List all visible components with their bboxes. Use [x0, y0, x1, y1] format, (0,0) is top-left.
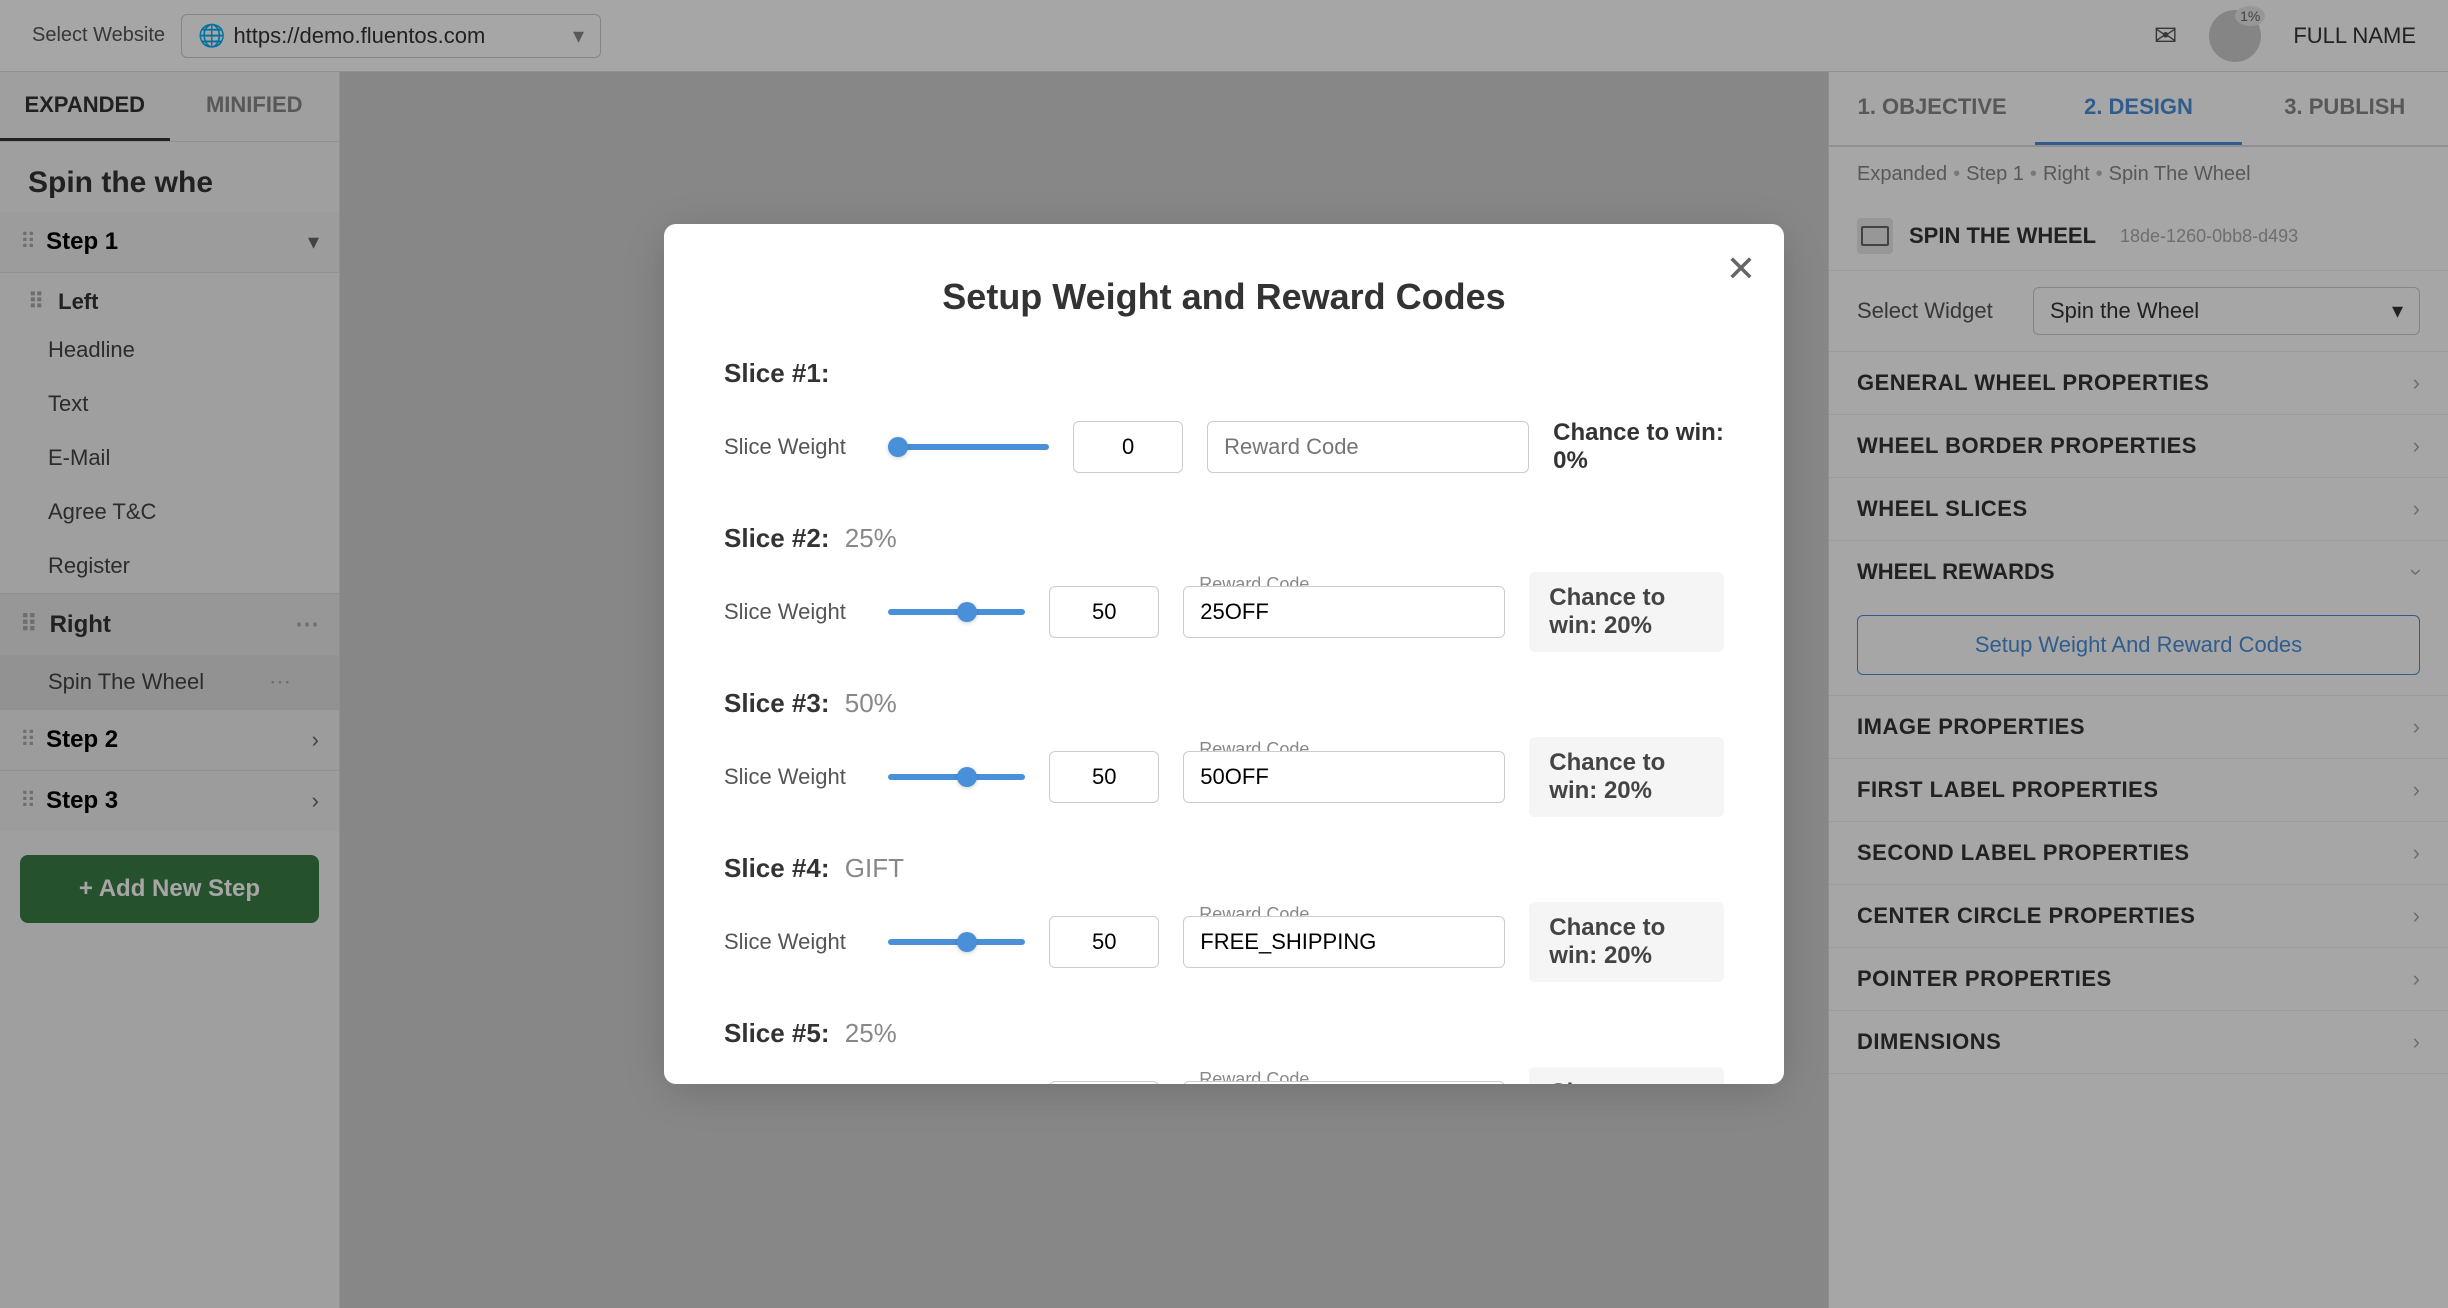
slice-2-slider[interactable] — [888, 609, 1025, 615]
slice-1-reward-input[interactable] — [1207, 421, 1529, 473]
slice-2-reward-wrapper: Reward Code — [1183, 586, 1505, 638]
slice-4-controls: Slice Weight Reward Code Chance to win: … — [724, 902, 1724, 982]
slice-5-header: Slice #5: 25% — [724, 1018, 1724, 1049]
slice-5-controls: Slice Weight Reward Code Chance to win: … — [724, 1067, 1724, 1084]
slider-thumb[interactable] — [888, 437, 908, 457]
modal: ✕ Setup Weight and Reward Codes Slice #1… — [664, 224, 1784, 1084]
slice-1-weight-input[interactable] — [1073, 421, 1183, 473]
slice-5-reward-wrapper: Reward Code — [1183, 1081, 1505, 1084]
modal-title: Setup Weight and Reward Codes — [724, 276, 1724, 318]
slice-5-chance: Chance to win: 20% — [1529, 1067, 1724, 1084]
slice-1-header: Slice #1: — [724, 358, 1724, 389]
slice-5-reward-input[interactable] — [1183, 1081, 1505, 1084]
slider-thumb[interactable] — [957, 932, 977, 952]
slice-4-slider[interactable] — [888, 939, 1025, 945]
slice-1-slider[interactable] — [888, 444, 1049, 450]
slice-4-reward-input[interactable] — [1183, 916, 1505, 968]
slice-2-chance: Chance to win: 20% — [1529, 572, 1724, 652]
slice-4-header: Slice #4: GIFT — [724, 853, 1724, 884]
slider-thumb[interactable] — [957, 767, 977, 787]
slice-row-3: Slice #3: 50% Slice Weight Reward Code C… — [724, 688, 1724, 817]
slice-3-reward-wrapper: Reward Code — [1183, 751, 1505, 803]
slice-row-4: Slice #4: GIFT Slice Weight Reward Code … — [724, 853, 1724, 982]
slice-3-chance: Chance to win: 20% — [1529, 737, 1724, 817]
slice-4-weight-input[interactable] — [1049, 916, 1159, 968]
slice-3-reward-input[interactable] — [1183, 751, 1505, 803]
slice-row-5: Slice #5: 25% Slice Weight Reward Code C… — [724, 1018, 1724, 1084]
slider-thumb[interactable] — [957, 602, 977, 622]
slice-1-chance: Chance to win: 0% — [1553, 407, 1724, 487]
slice-3-slider[interactable] — [888, 774, 1025, 780]
modal-close-button[interactable]: ✕ — [1726, 248, 1756, 290]
slice-row-2: Slice #2: 25% Slice Weight Reward Code C… — [724, 523, 1724, 652]
slice-3-controls: Slice Weight Reward Code Chance to win: … — [724, 737, 1724, 817]
slice-row-1: Slice #1: Slice Weight Chance to win: 0% — [724, 358, 1724, 487]
slice-4-chance: Chance to win: 20% — [1529, 902, 1724, 982]
slice-2-weight-input[interactable] — [1049, 586, 1159, 638]
slice-1-reward-wrapper — [1207, 421, 1529, 473]
slice-3-header: Slice #3: 50% — [724, 688, 1724, 719]
slice-1-controls: Slice Weight Chance to win: 0% — [724, 407, 1724, 487]
slice-3-weight-input[interactable] — [1049, 751, 1159, 803]
modal-overlay[interactable]: ✕ Setup Weight and Reward Codes Slice #1… — [0, 0, 2448, 1308]
slice-2-controls: Slice Weight Reward Code Chance to win: … — [724, 572, 1724, 652]
slice-2-header: Slice #2: 25% — [724, 523, 1724, 554]
slice-5-weight-input[interactable] — [1049, 1081, 1159, 1084]
slice-2-reward-input[interactable] — [1183, 586, 1505, 638]
slice-4-reward-wrapper: Reward Code — [1183, 916, 1505, 968]
